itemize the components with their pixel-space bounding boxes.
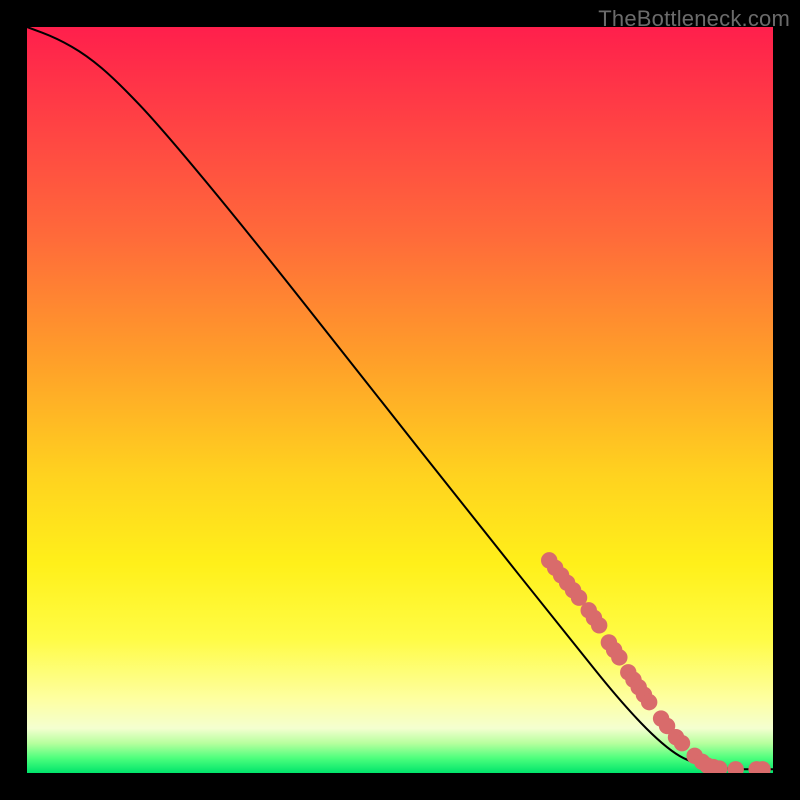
data-marker [611, 649, 627, 665]
data-marker [591, 617, 607, 633]
data-marker [674, 735, 690, 751]
outer-frame: TheBottleneck.com [0, 0, 800, 800]
data-marker [727, 761, 743, 773]
plot-area [27, 27, 773, 773]
bottleneck-curve [27, 27, 773, 769]
data-markers [541, 552, 771, 773]
data-marker [641, 694, 657, 710]
chart-svg [27, 27, 773, 773]
watermark-text: TheBottleneck.com [598, 6, 790, 32]
